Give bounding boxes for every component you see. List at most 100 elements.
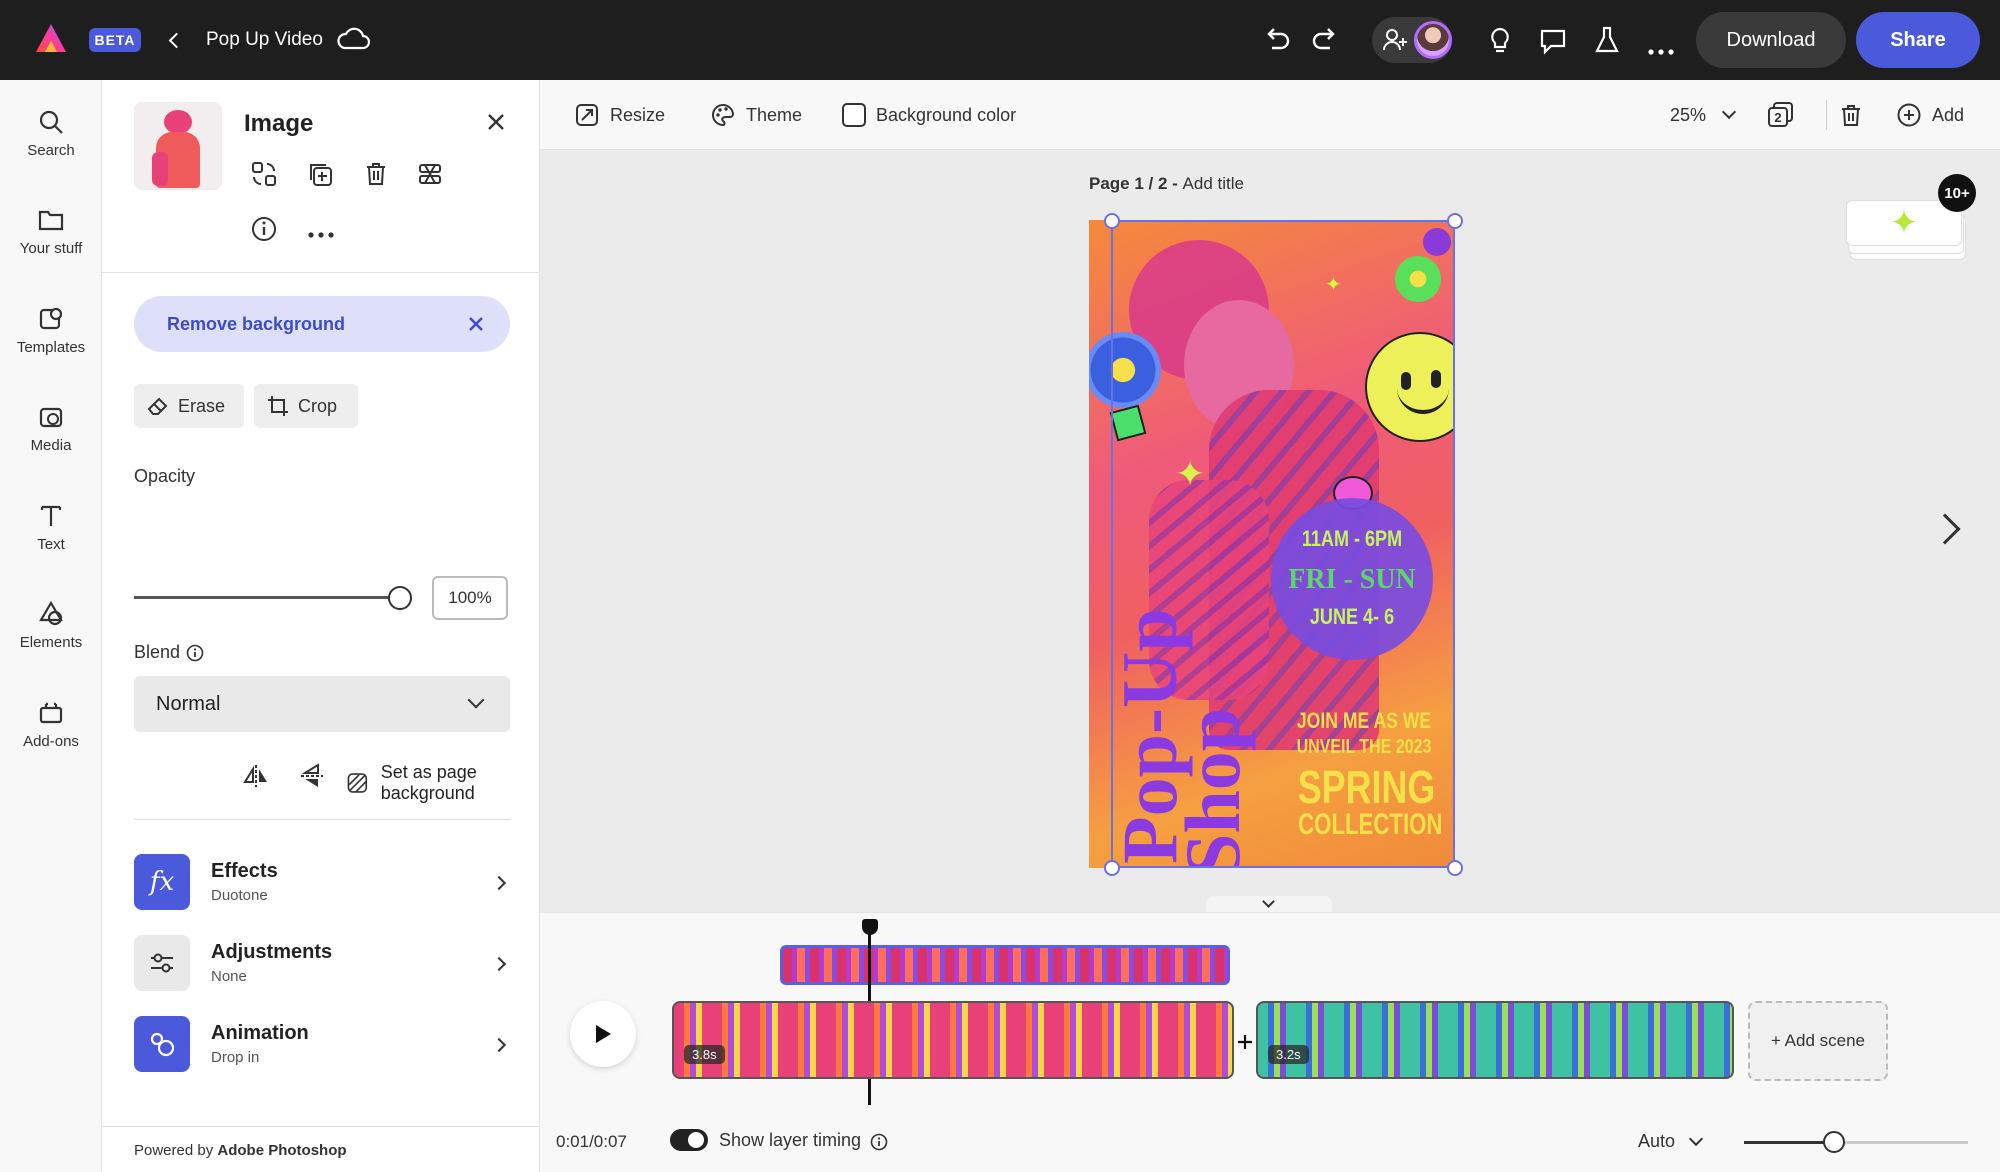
- share-button[interactable]: Share: [1856, 12, 1980, 68]
- chevron-down-icon: [467, 691, 485, 709]
- layer-track-clip[interactable]: [780, 945, 1230, 985]
- left-rail: Search Your stuff Templates Media Text E…: [0, 80, 102, 1172]
- animation-title: Animation: [211, 1022, 309, 1044]
- background-color-button[interactable]: Background color: [842, 80, 1016, 150]
- panel-divider: [134, 819, 510, 820]
- rail-item-templates[interactable]: Templates: [0, 305, 102, 356]
- zoom-select[interactable]: 25%: [1670, 80, 1737, 150]
- undo-icon[interactable]: [1262, 24, 1292, 59]
- rail-item-text[interactable]: Text: [0, 502, 102, 553]
- flask-icon[interactable]: [1594, 25, 1620, 60]
- search-icon: [39, 110, 63, 134]
- selection-box[interactable]: [1111, 220, 1455, 868]
- page-background-icon: [347, 773, 368, 793]
- canvas-toolbar: Resize Theme Background color 25% 2 Add: [540, 80, 2000, 150]
- erase-button[interactable]: Erase: [134, 384, 244, 428]
- crop-button[interactable]: Crop: [254, 384, 358, 428]
- chevron-right-icon: [491, 1037, 507, 1053]
- adjustments-subtitle: None: [211, 968, 247, 985]
- invite-user-icon[interactable]: [1382, 27, 1408, 58]
- set-page-background-button[interactable]: Set as page background: [346, 762, 539, 804]
- rail-item-label: Media: [30, 437, 72, 454]
- duplicate-icon[interactable]: [306, 160, 334, 193]
- flip-horizontal-icon[interactable]: [242, 762, 270, 795]
- scene-clip-2[interactable]: 3.2s: [1256, 1001, 1734, 1079]
- resize-handle[interactable]: [1104, 213, 1120, 229]
- redo-icon[interactable]: [1310, 24, 1340, 59]
- delete-icon[interactable]: [362, 160, 390, 193]
- more-options-icon[interactable]: [1648, 36, 1674, 62]
- rail-item-search[interactable]: Search: [0, 108, 102, 159]
- rail-item-add-ons[interactable]: Add-ons: [0, 699, 102, 750]
- sliders-icon: [134, 935, 190, 991]
- project-title[interactable]: Pop Up Video: [206, 29, 323, 51]
- replace-icon[interactable]: [250, 160, 278, 193]
- comment-icon[interactable]: [1538, 26, 1568, 61]
- rail-item-elements[interactable]: Elements: [0, 600, 102, 651]
- close-icon[interactable]: [484, 110, 508, 139]
- rail-item-label: Search: [27, 142, 75, 159]
- chevron-right-icon: [491, 956, 507, 972]
- erase-label: Erase: [178, 395, 226, 416]
- panel-divider: [102, 1126, 540, 1127]
- add-scene-button[interactable]: + Add scene: [1748, 1001, 1888, 1081]
- page-number: Page 1 / 2 -: [1089, 174, 1183, 193]
- add-transition-icon[interactable]: [1234, 1031, 1256, 1053]
- pages-count: 2: [1774, 109, 1782, 125]
- pages-count-badge: 10+: [1938, 174, 1976, 212]
- timeline-zoom-slider-track[interactable]: [1744, 1141, 1968, 1144]
- play-button[interactable]: [570, 1001, 636, 1067]
- add-page-button[interactable]: Add: [1896, 80, 1964, 150]
- adjustments-row[interactable]: Adjustments None: [134, 935, 510, 991]
- opacity-slider-track[interactable]: [134, 596, 400, 599]
- theme-button[interactable]: Theme: [710, 80, 802, 150]
- resize-button[interactable]: Resize: [574, 80, 665, 150]
- resize-icon: [576, 104, 598, 126]
- playhead-handle[interactable]: [862, 919, 878, 935]
- arrange-icon[interactable]: [416, 160, 444, 193]
- eraser-icon: [147, 397, 168, 415]
- opacity-slider[interactable]: [134, 584, 400, 588]
- theme-label: Theme: [746, 104, 803, 125]
- zoom-value: 25%: [1670, 104, 1707, 125]
- layer-timing-info-icon[interactable]: [870, 1133, 888, 1156]
- collaborators-group[interactable]: [1372, 17, 1452, 63]
- scene-duration-badge: 3.8s: [684, 1045, 725, 1064]
- blend-mode-select[interactable]: Normal: [134, 676, 510, 732]
- rail-item-media[interactable]: Media: [0, 403, 102, 454]
- animation-row[interactable]: Animation Drop in: [134, 1016, 510, 1072]
- set-page-background-label: Set as page background: [380, 762, 477, 803]
- resize-handle[interactable]: [1447, 213, 1463, 229]
- remove-background-close-icon[interactable]: [466, 314, 486, 339]
- chevron-down-icon: [1721, 104, 1737, 120]
- info-icon[interactable]: [250, 215, 278, 248]
- fx-icon: fx: [134, 854, 190, 910]
- image-thumbnail: [134, 102, 222, 190]
- effects-row[interactable]: fx Effects Duotone: [134, 854, 510, 910]
- pages-button[interactable]: 2: [1768, 80, 1794, 150]
- opacity-value: 100%: [448, 588, 492, 607]
- timeline: 3.8s 3.2s + Add scene 0:01/0:07 Show lay…: [540, 912, 2000, 1172]
- toolbar-divider: [1826, 100, 1827, 130]
- lightbulb-icon[interactable]: [1486, 26, 1514, 61]
- resize-handle[interactable]: [1104, 860, 1120, 876]
- scene-clip-1[interactable]: 3.8s: [672, 1001, 1234, 1079]
- delete-page-button[interactable]: [1838, 80, 1864, 150]
- flip-vertical-icon[interactable]: [298, 762, 326, 795]
- remove-background-label: Remove background: [167, 314, 346, 334]
- adobe-express-logo-icon[interactable]: [34, 22, 68, 56]
- timeline-zoom-slider-thumb[interactable]: [1822, 1131, 1845, 1153]
- remove-background-button[interactable]: Remove background: [134, 296, 510, 352]
- more-actions-icon[interactable]: [308, 226, 334, 244]
- opacity-value-field[interactable]: 100%: [432, 576, 508, 620]
- avatar[interactable]: [1414, 21, 1452, 59]
- add-title-link[interactable]: Add title: [1183, 174, 1244, 193]
- rail-item-your-stuff[interactable]: Your stuff: [0, 206, 102, 257]
- resize-handle[interactable]: [1447, 860, 1463, 876]
- download-button[interactable]: Download: [1696, 12, 1846, 68]
- timeline-zoom-select[interactable]: Auto: [1638, 1131, 1704, 1152]
- opacity-slider-thumb[interactable]: [388, 586, 412, 610]
- show-layer-timing-toggle[interactable]: [670, 1129, 708, 1151]
- opacity-label: Opacity: [134, 466, 196, 486]
- back-chevron-icon[interactable]: [164, 28, 184, 52]
